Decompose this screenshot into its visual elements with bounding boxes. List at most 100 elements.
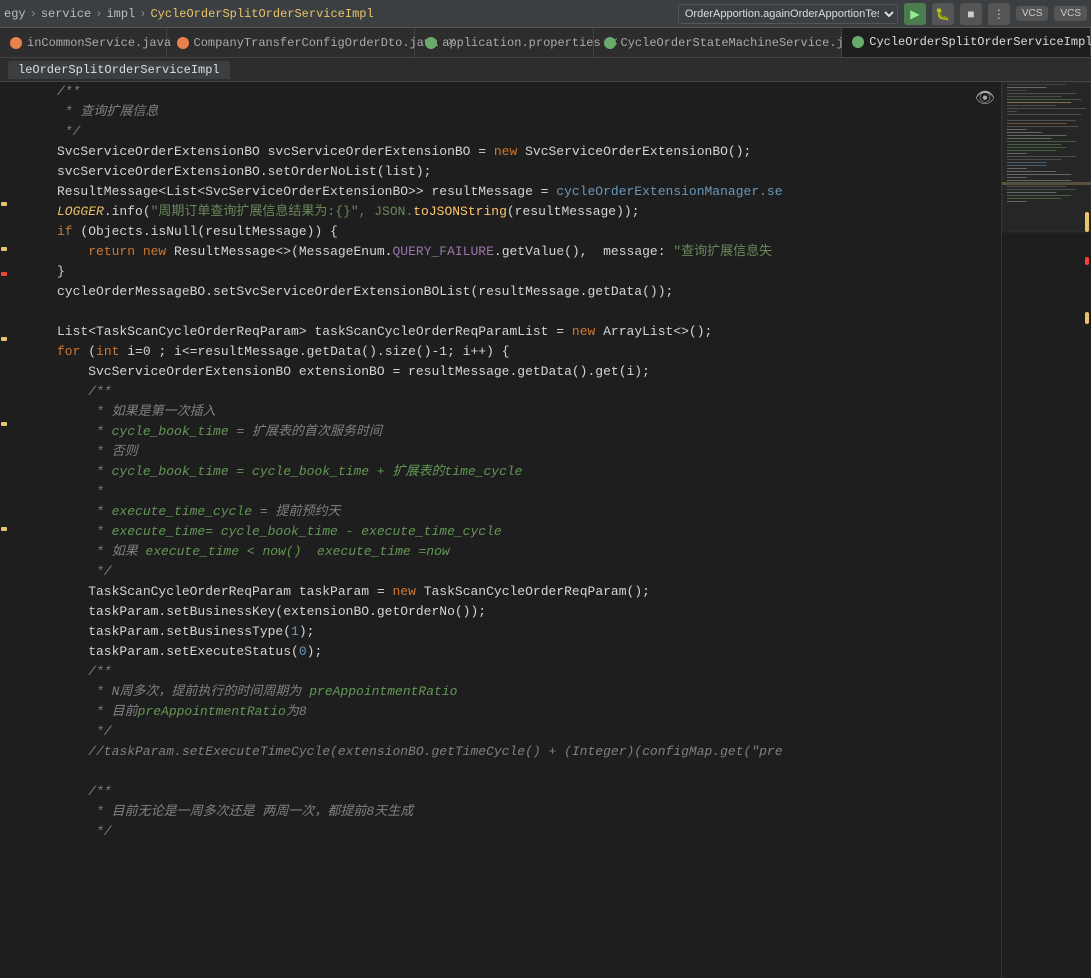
table-row: * execute_time= cycle_book_time - execut… xyxy=(8,522,1001,542)
code-token: //taskParam.setExecuteTimeCycle(extensio… xyxy=(57,744,783,759)
line-number xyxy=(8,182,53,202)
tab-companytransfer[interactable]: CompanyTransferConfigOrderDto.java × xyxy=(167,28,416,57)
line-number xyxy=(8,242,53,262)
tab-applicationprops[interactable]: application.properties × xyxy=(415,28,593,57)
line-content: /** xyxy=(53,82,1001,102)
code-token: ( xyxy=(88,344,96,359)
vcs-button-1[interactable]: VCS xyxy=(1016,6,1049,21)
table-row: /** xyxy=(8,782,1001,802)
table-row: * xyxy=(8,482,1001,502)
tab-label-4: CycleOrderStateMachineService.java xyxy=(621,36,866,50)
table-row: /** xyxy=(8,82,1001,102)
code-token: */ xyxy=(57,564,112,579)
active-tab-label: leOrderSplitOrderServiceImpl xyxy=(8,61,230,79)
table-row: List<TaskScanCycleOrderReqParam> taskSca… xyxy=(8,322,1001,342)
tab-cyclesplit[interactable]: CycleOrderSplitOrderServiceImpl.ja × xyxy=(842,28,1091,57)
code-token: /** xyxy=(57,784,112,799)
table-row: */ xyxy=(8,122,1001,142)
code-token: /** xyxy=(57,384,112,399)
table-row: */ xyxy=(8,722,1001,742)
code-token: SvcServiceOrderExtensionBO extensionBO =… xyxy=(57,364,650,379)
table-row: * 目前preAppointmentRatio为8 xyxy=(8,702,1001,722)
table-row: LOGGER.info("周期订单查询扩展信息结果为:{}", JSON.toJ… xyxy=(8,202,1001,222)
code-token: for xyxy=(57,344,88,359)
minimap[interactable] xyxy=(1001,82,1091,978)
line-number xyxy=(8,822,53,842)
table-row: SvcServiceOrderExtensionBO svcServiceOrd… xyxy=(8,142,1001,162)
line-number xyxy=(8,542,53,562)
code-token: svcServiceOrderExtensionBO.setOrderNoLis… xyxy=(57,164,431,179)
code-token: if xyxy=(57,224,80,239)
code-token: List<TaskScanCycleOrderReqParam> taskSca… xyxy=(57,324,572,339)
line-content: } xyxy=(53,262,1001,282)
line-content: * N周多次，提前执行的时间周期为 preAppointmentRatio xyxy=(53,682,1001,702)
code-token: SvcServiceOrderExtensionBO(); xyxy=(525,144,751,159)
props-icon xyxy=(425,37,437,49)
line-content: * cycle_book_time = 扩展表的首次服务时间 xyxy=(53,422,1001,442)
line-number xyxy=(8,222,53,242)
code-token: return xyxy=(88,244,143,259)
vcs-button-2[interactable]: VCS xyxy=(1054,6,1087,21)
line-content: * cycle_book_time = cycle_book_time + 扩展… xyxy=(53,462,1001,482)
code-token: 为8 xyxy=(286,704,307,719)
code-token: cycle_book_time xyxy=(112,424,229,439)
code-token: ResultMessage<List<SvcServiceOrderExtens… xyxy=(57,184,556,199)
line-number xyxy=(8,522,53,542)
table-row: ResultMessage<List<SvcServiceOrderExtens… xyxy=(8,182,1001,202)
code-token: SvcServiceOrderExtensionBO svcServiceOrd… xyxy=(57,144,494,159)
line-content: ResultMessage<List<SvcServiceOrderExtens… xyxy=(53,182,1001,202)
table-row: for (int i=0 ; i<=resultMessage.getData(… xyxy=(8,342,1001,362)
line-number xyxy=(8,342,53,362)
tab-incommonservice[interactable]: inCommonService.java × xyxy=(0,28,167,57)
code-token: * xyxy=(57,504,112,519)
code-token: new xyxy=(392,584,423,599)
line-number xyxy=(8,442,53,462)
impl-icon xyxy=(852,36,864,48)
run-config-select[interactable]: OrderApportion.againOrderApportionTes2 xyxy=(678,4,898,24)
table-row: return new ResultMessage<>(MessageEnum.Q… xyxy=(8,242,1001,262)
gutter-mark-4 xyxy=(1,337,7,341)
line-number xyxy=(8,302,53,322)
table-row: } xyxy=(8,262,1001,282)
code-token: ); xyxy=(299,624,315,639)
code-token: ResultMessage<>(MessageEnum. xyxy=(174,244,392,259)
stop-button[interactable]: ■ xyxy=(960,3,982,25)
line-content: */ xyxy=(53,562,1001,582)
code-token: .info( xyxy=(104,204,151,219)
line-content: */ xyxy=(53,122,1001,142)
line-content: svcServiceOrderExtensionBO.setOrderNoLis… xyxy=(53,162,1001,182)
debug-button[interactable]: 🐛 xyxy=(932,3,954,25)
code-scroll[interactable]: /** * 查询扩展信息 */ SvcSe xyxy=(8,82,1001,978)
eye-icon[interactable]: 👁 xyxy=(975,88,995,108)
gutter-mark-1 xyxy=(1,202,7,206)
run-button[interactable]: ▶ xyxy=(904,3,926,25)
code-token: 1 xyxy=(291,624,299,639)
table-row: svcServiceOrderExtensionBO.setOrderNoLis… xyxy=(8,162,1001,182)
code-area[interactable]: 👁 /** * 查询扩展信息 xyxy=(8,82,1001,978)
table-row: taskParam.setExecuteStatus(0); xyxy=(8,642,1001,662)
line-content: //taskParam.setExecuteTimeCycle(extensio… xyxy=(53,742,1001,762)
code-token: * 如果 xyxy=(57,544,145,559)
minimap-marker-yellow2 xyxy=(1085,312,1089,324)
code-token: execute_time < now() execute_time =now xyxy=(145,544,449,559)
line-content: SvcServiceOrderExtensionBO extensionBO =… xyxy=(53,362,1001,382)
line-number xyxy=(8,402,53,422)
table-row: TaskScanCycleOrderReqParam taskParam = n… xyxy=(8,582,1001,602)
code-token: * 否则 xyxy=(57,444,138,459)
table-row: * cycle_book_time = cycle_book_time + 扩展… xyxy=(8,462,1001,482)
code-token: TaskScanCycleOrderReqParam(); xyxy=(424,584,650,599)
more-button[interactable]: ⋮ xyxy=(988,3,1010,25)
table-row: taskParam.setBusinessType(1); xyxy=(8,622,1001,642)
table-row: /** xyxy=(8,382,1001,402)
gutter-mark-3 xyxy=(1,272,7,276)
line-number xyxy=(8,462,53,482)
line-number xyxy=(8,742,53,762)
code-token: cycle_book_time = cycle_book_time + 扩展表的… xyxy=(112,464,523,479)
code-token: .getValue(), xyxy=(494,244,603,259)
line-content: taskParam.setExecuteStatus(0); xyxy=(53,642,1001,662)
table-row: * N周多次，提前执行的时间周期为 preAppointmentRatio xyxy=(8,682,1001,702)
code-token: new xyxy=(572,324,603,339)
tab-cyclestatemachine[interactable]: CycleOrderStateMachineService.java × xyxy=(594,28,843,57)
table-row: * 否则 xyxy=(8,442,1001,462)
line-number xyxy=(8,162,53,182)
